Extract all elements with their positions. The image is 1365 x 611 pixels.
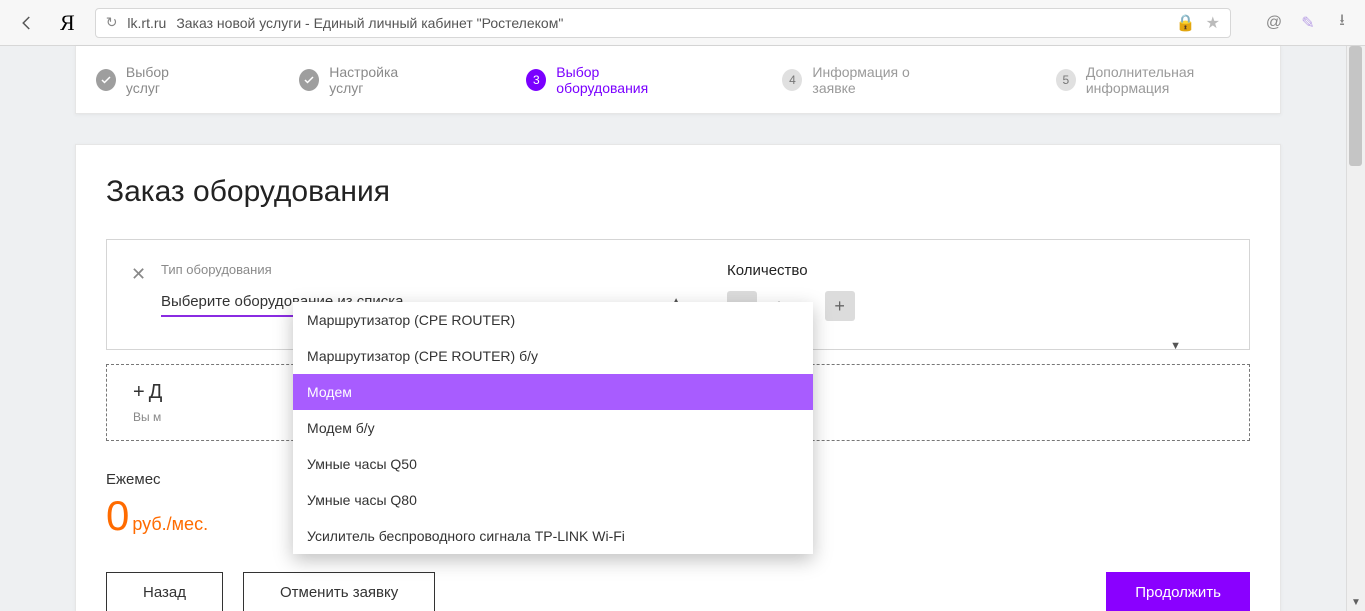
step-label: Настройка услуг <box>329 64 426 96</box>
field-label: Тип оборудования <box>161 262 681 277</box>
scroll-down-icon[interactable]: ▼ <box>1347 593 1365 611</box>
url-host: lk.rt.ru <box>127 15 166 31</box>
yandex-logo-icon[interactable]: Я <box>60 10 75 36</box>
page-body: Выбор услуг Настройка услуг 3 Выбор обор… <box>0 46 1365 611</box>
step-5[interactable]: 5 Дополнительная информация <box>1056 64 1264 96</box>
content-column: Выбор услуг Настройка услуг 3 Выбор обор… <box>75 46 1281 611</box>
browser-chrome: Я ↻ lk.rt.ru Заказ новой услуги - Единый… <box>0 0 1365 46</box>
lock-icon: 🔒 <box>1176 13 1196 33</box>
step-label: Дополнительная информация <box>1086 64 1264 96</box>
check-icon <box>96 69 116 91</box>
step-number: 3 <box>526 69 546 91</box>
equipment-dropdown: Маршрутизатор (CPE ROUTER) Маршрутизатор… <box>293 302 813 554</box>
download-icon[interactable]: ⭳ <box>1333 9 1351 36</box>
scroll-thumb[interactable] <box>1349 46 1362 166</box>
dropdown-option[interactable]: Модем б/у <box>293 410 813 446</box>
step-3[interactable]: 3 Выбор оборудования <box>526 64 682 96</box>
step-number: 5 <box>1056 69 1076 91</box>
step-2[interactable]: Настройка услуг <box>299 64 426 96</box>
dropdown-option[interactable]: Модем <box>293 374 813 410</box>
continue-button[interactable]: Продолжить <box>1106 572 1250 611</box>
check-icon <box>299 69 319 91</box>
equipment-box: ✕ Тип оборудования Выберите оборудование… <box>106 239 1250 350</box>
page-heading: Заказ оборудования <box>106 175 1250 209</box>
progress-stepper: Выбор услуг Настройка услуг 3 Выбор обор… <box>75 46 1281 114</box>
price-unit: руб./мес. <box>127 514 208 534</box>
vertical-scrollbar[interactable]: ▲ ▼ <box>1346 46 1365 611</box>
dropdown-option[interactable]: Маршрутизатор (CPE ROUTER) б/у <box>293 338 813 374</box>
close-icon[interactable]: ✕ <box>131 264 146 285</box>
step-label: Выбор услуг <box>126 64 199 96</box>
page-title-text: Заказ новой услуги - Единый личный кабин… <box>176 15 563 31</box>
quantity-label: Количество <box>727 262 897 279</box>
chevron-down-icon[interactable]: ▼ <box>1170 340 1181 352</box>
dropdown-option[interactable]: Умные часы Q80 <box>293 482 813 518</box>
feather-icon[interactable]: ✎ <box>1299 13 1317 33</box>
back-arrow-icon[interactable] <box>14 10 40 36</box>
step-4[interactable]: 4 Информация о заявке <box>782 64 943 96</box>
cancel-button[interactable]: Отменить заявку <box>243 572 435 611</box>
reload-icon[interactable]: ↻ <box>106 14 118 31</box>
order-card: Заказ оборудования ✕ Тип оборудования Вы… <box>75 144 1281 611</box>
back-button[interactable]: Назад <box>106 572 223 611</box>
dropdown-option[interactable]: Усилитель беспроводного сигнала TP-LINK … <box>293 518 813 554</box>
step-number: 4 <box>782 69 802 91</box>
dropdown-option[interactable]: Умные часы Q50 <box>293 446 813 482</box>
step-1[interactable]: Выбор услуг <box>96 64 199 96</box>
address-bar[interactable]: ↻ lk.rt.ru Заказ новой услуги - Единый л… <box>95 8 1231 38</box>
price-amount: 0 <box>106 492 127 539</box>
star-icon[interactable]: ★ <box>1206 13 1220 33</box>
dropdown-option[interactable]: Маршрутизатор (CPE ROUTER) <box>293 302 813 338</box>
plus-icon: + <box>133 381 145 403</box>
step-label: Информация о заявке <box>812 64 943 96</box>
button-row: Назад Отменить заявку Продолжить <box>106 572 1250 611</box>
browser-toolbar-icons: @ ✎ ⭳ <box>1265 9 1351 36</box>
step-label: Выбор оборудования <box>556 64 682 96</box>
qty-plus-button[interactable]: + <box>825 291 855 321</box>
mail-icon[interactable]: @ <box>1265 14 1283 32</box>
